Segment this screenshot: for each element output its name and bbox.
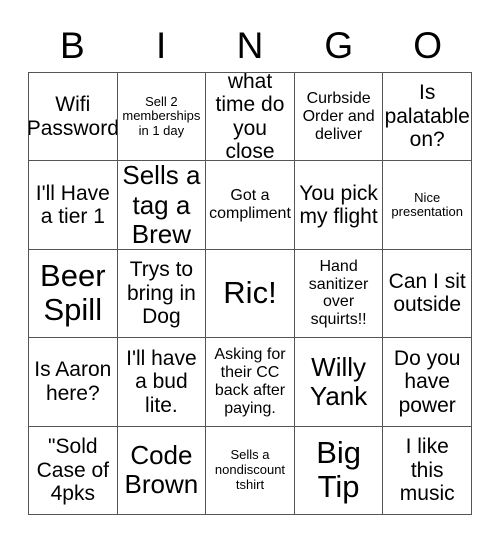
bingo-cell[interactable]: Trys to bring in Dog xyxy=(117,249,207,339)
bingo-cell[interactable]: Big Tip xyxy=(294,426,384,515)
bingo-cell[interactable]: Willy Yank xyxy=(294,338,384,427)
bingo-card: B I N G O Wifi Password Sell 2 membershi… xyxy=(0,0,500,544)
bingo-cell[interactable]: I'll Have a tier 1 xyxy=(29,161,118,250)
bingo-header-letter-n: N xyxy=(236,24,264,66)
bingo-cell[interactable]: Beer Spill xyxy=(29,249,118,339)
bingo-cell[interactable]: Curbside Order and deliver xyxy=(294,73,384,162)
bingo-header-letter-b: B xyxy=(60,24,85,66)
bingo-cell[interactable]: Sells a tag a Brew xyxy=(117,161,207,250)
bingo-cell[interactable]: what time do you close xyxy=(206,73,295,162)
bingo-cell[interactable]: Nice presentation xyxy=(383,161,472,250)
bingo-grid: Wifi Password Sell 2 memberships in 1 da… xyxy=(28,72,472,515)
bingo-cell[interactable]: You pick my flight xyxy=(294,161,384,250)
bingo-cell[interactable]: Wifi Password xyxy=(29,73,118,162)
bingo-cell[interactable]: Is palatable on? xyxy=(383,73,472,162)
bingo-cell-center[interactable]: Ric! xyxy=(206,249,295,339)
bingo-cell[interactable]: I like this music xyxy=(383,426,472,515)
bingo-cell[interactable]: Do you have power xyxy=(383,338,472,427)
bingo-header-row: B I N G O xyxy=(28,18,472,72)
bingo-cell[interactable]: "Sold Case of 4pks xyxy=(29,426,118,515)
bingo-cell[interactable]: Sell 2 memberships in 1 day xyxy=(117,73,207,162)
bingo-header-letter-o: O xyxy=(413,24,442,66)
bingo-header-letter-i: I xyxy=(156,24,167,66)
bingo-cell[interactable]: Hand sanitizer over squirts!! xyxy=(294,249,384,339)
bingo-cell[interactable]: Sells a nondiscount tshirt xyxy=(206,426,295,515)
bingo-cell[interactable]: I'll have a bud lite. xyxy=(117,338,207,427)
bingo-cell[interactable]: Asking for their CC back after paying. xyxy=(206,338,295,427)
bingo-cell[interactable]: Code Brown xyxy=(117,426,207,515)
bingo-header-letter-g: G xyxy=(324,24,354,66)
bingo-cell[interactable]: Got a compliment xyxy=(206,161,295,250)
bingo-cell[interactable]: Is Aaron here? xyxy=(29,338,118,427)
bingo-cell[interactable]: Can I sit outside xyxy=(383,249,472,339)
